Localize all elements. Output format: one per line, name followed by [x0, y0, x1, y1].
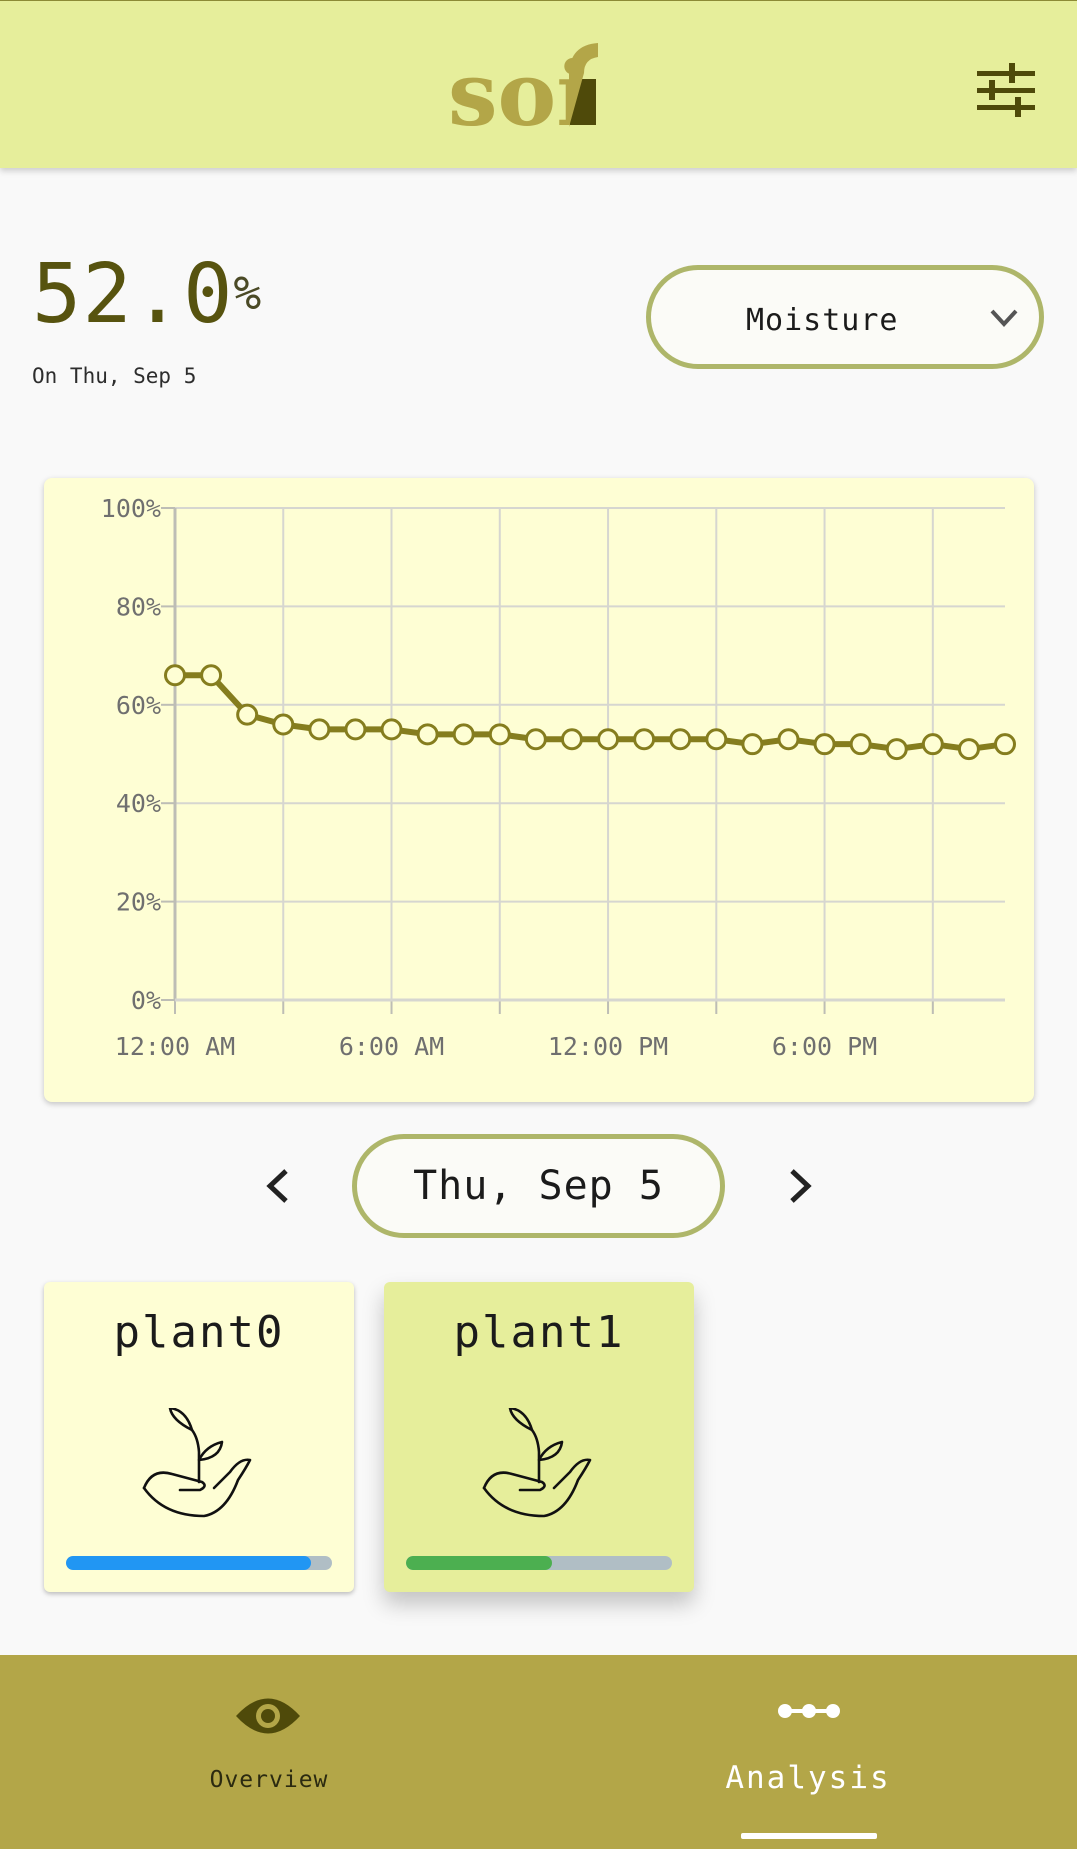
metric-select-value: Moisture — [746, 303, 899, 338]
data-point — [921, 733, 944, 756]
data-point — [200, 664, 223, 687]
chevron-left-icon[interactable] — [262, 1168, 294, 1204]
metric-select[interactable]: Moisture — [646, 265, 1044, 369]
data-point — [560, 728, 583, 751]
data-point — [272, 713, 295, 736]
nav-label-analysis: Analysis — [725, 1760, 891, 1796]
plant-card-plant1[interactable]: plant1 — [384, 1282, 694, 1592]
filter-sliders-icon[interactable] — [975, 61, 1037, 119]
data-point — [416, 723, 439, 746]
data-point — [957, 738, 980, 761]
plant-name: plant0 — [113, 1307, 285, 1358]
date-picker-button[interactable]: Thu, Sep 5 — [352, 1134, 725, 1238]
data-point — [849, 733, 872, 756]
moisture-chart-card: 0% 20% 40% 60% 80% 100% 12:00 AM 6:00 AM 12:00 P… — [44, 478, 1034, 1102]
current-reading: 52.0% — [32, 250, 261, 340]
data-point — [741, 733, 764, 756]
reading-date: On Thu, Sep 5 — [32, 364, 197, 388]
data-point — [380, 718, 403, 741]
y-tick-label: 60% — [116, 691, 161, 720]
chevron-right-icon[interactable] — [784, 1168, 816, 1204]
data-point — [524, 728, 547, 751]
data-point — [236, 703, 259, 726]
reading-value: 52.0 — [32, 247, 234, 342]
data-point — [164, 664, 186, 687]
app-logo: soi — [448, 42, 598, 133]
series-line — [175, 672, 1006, 753]
chevron-down-icon — [990, 309, 1018, 327]
plant-card-plant0[interactable]: plant0 — [44, 1282, 354, 1592]
moisture-line-chart: 0% 20% 40% 60% 80% 100% 12:00 AM 6:00 AM 12:00 P… — [101, 494, 1016, 1061]
data-point — [705, 728, 728, 751]
plant-moisture-bar-fill — [406, 1556, 553, 1570]
y-tick-label: 40% — [116, 789, 161, 818]
data-point — [597, 728, 620, 751]
plant-moisture-bar — [66, 1556, 332, 1570]
y-tick-label: 100% — [101, 494, 161, 523]
data-point — [885, 738, 908, 761]
nav-label-overview: Overview — [209, 1767, 329, 1793]
nav-item-overview[interactable]: Overview — [0, 1655, 538, 1849]
reading-unit: % — [233, 266, 262, 320]
y-tick-label: 20% — [116, 888, 161, 917]
seedling-hand-icon — [482, 1408, 592, 1518]
svg-text:soi: soi — [448, 42, 590, 133]
data-point — [308, 718, 331, 741]
date-label: Thu, Sep 5 — [413, 1163, 664, 1209]
app-header: soi — [0, 0, 1077, 168]
plant-name: plant1 — [453, 1307, 625, 1358]
data-point — [452, 723, 475, 746]
bottom-navigation: Overview Analysis — [0, 1655, 1077, 1849]
timeline-dots-icon — [778, 1704, 840, 1718]
active-tab-indicator — [741, 1833, 877, 1839]
data-point — [344, 718, 367, 741]
y-tick-label: 0% — [131, 986, 161, 1015]
data-point — [669, 728, 692, 751]
data-point — [633, 728, 656, 751]
data-point — [994, 733, 1016, 756]
x-tick-label: 12:00 PM — [548, 1032, 668, 1061]
nav-item-analysis[interactable]: Analysis — [539, 1655, 1077, 1849]
y-tick-label: 80% — [116, 592, 161, 621]
x-tick-label: 12:00 AM — [115, 1032, 235, 1061]
data-point — [488, 723, 511, 746]
plant-moisture-bar-fill — [66, 1556, 311, 1570]
data-point — [777, 728, 800, 751]
data-point — [813, 733, 836, 756]
x-tick-label: 6:00 AM — [339, 1032, 444, 1061]
seedling-hand-icon — [142, 1408, 252, 1518]
x-tick-label: 6:00 PM — [772, 1032, 877, 1061]
eye-icon — [236, 1698, 300, 1734]
plant-moisture-bar — [406, 1556, 672, 1570]
